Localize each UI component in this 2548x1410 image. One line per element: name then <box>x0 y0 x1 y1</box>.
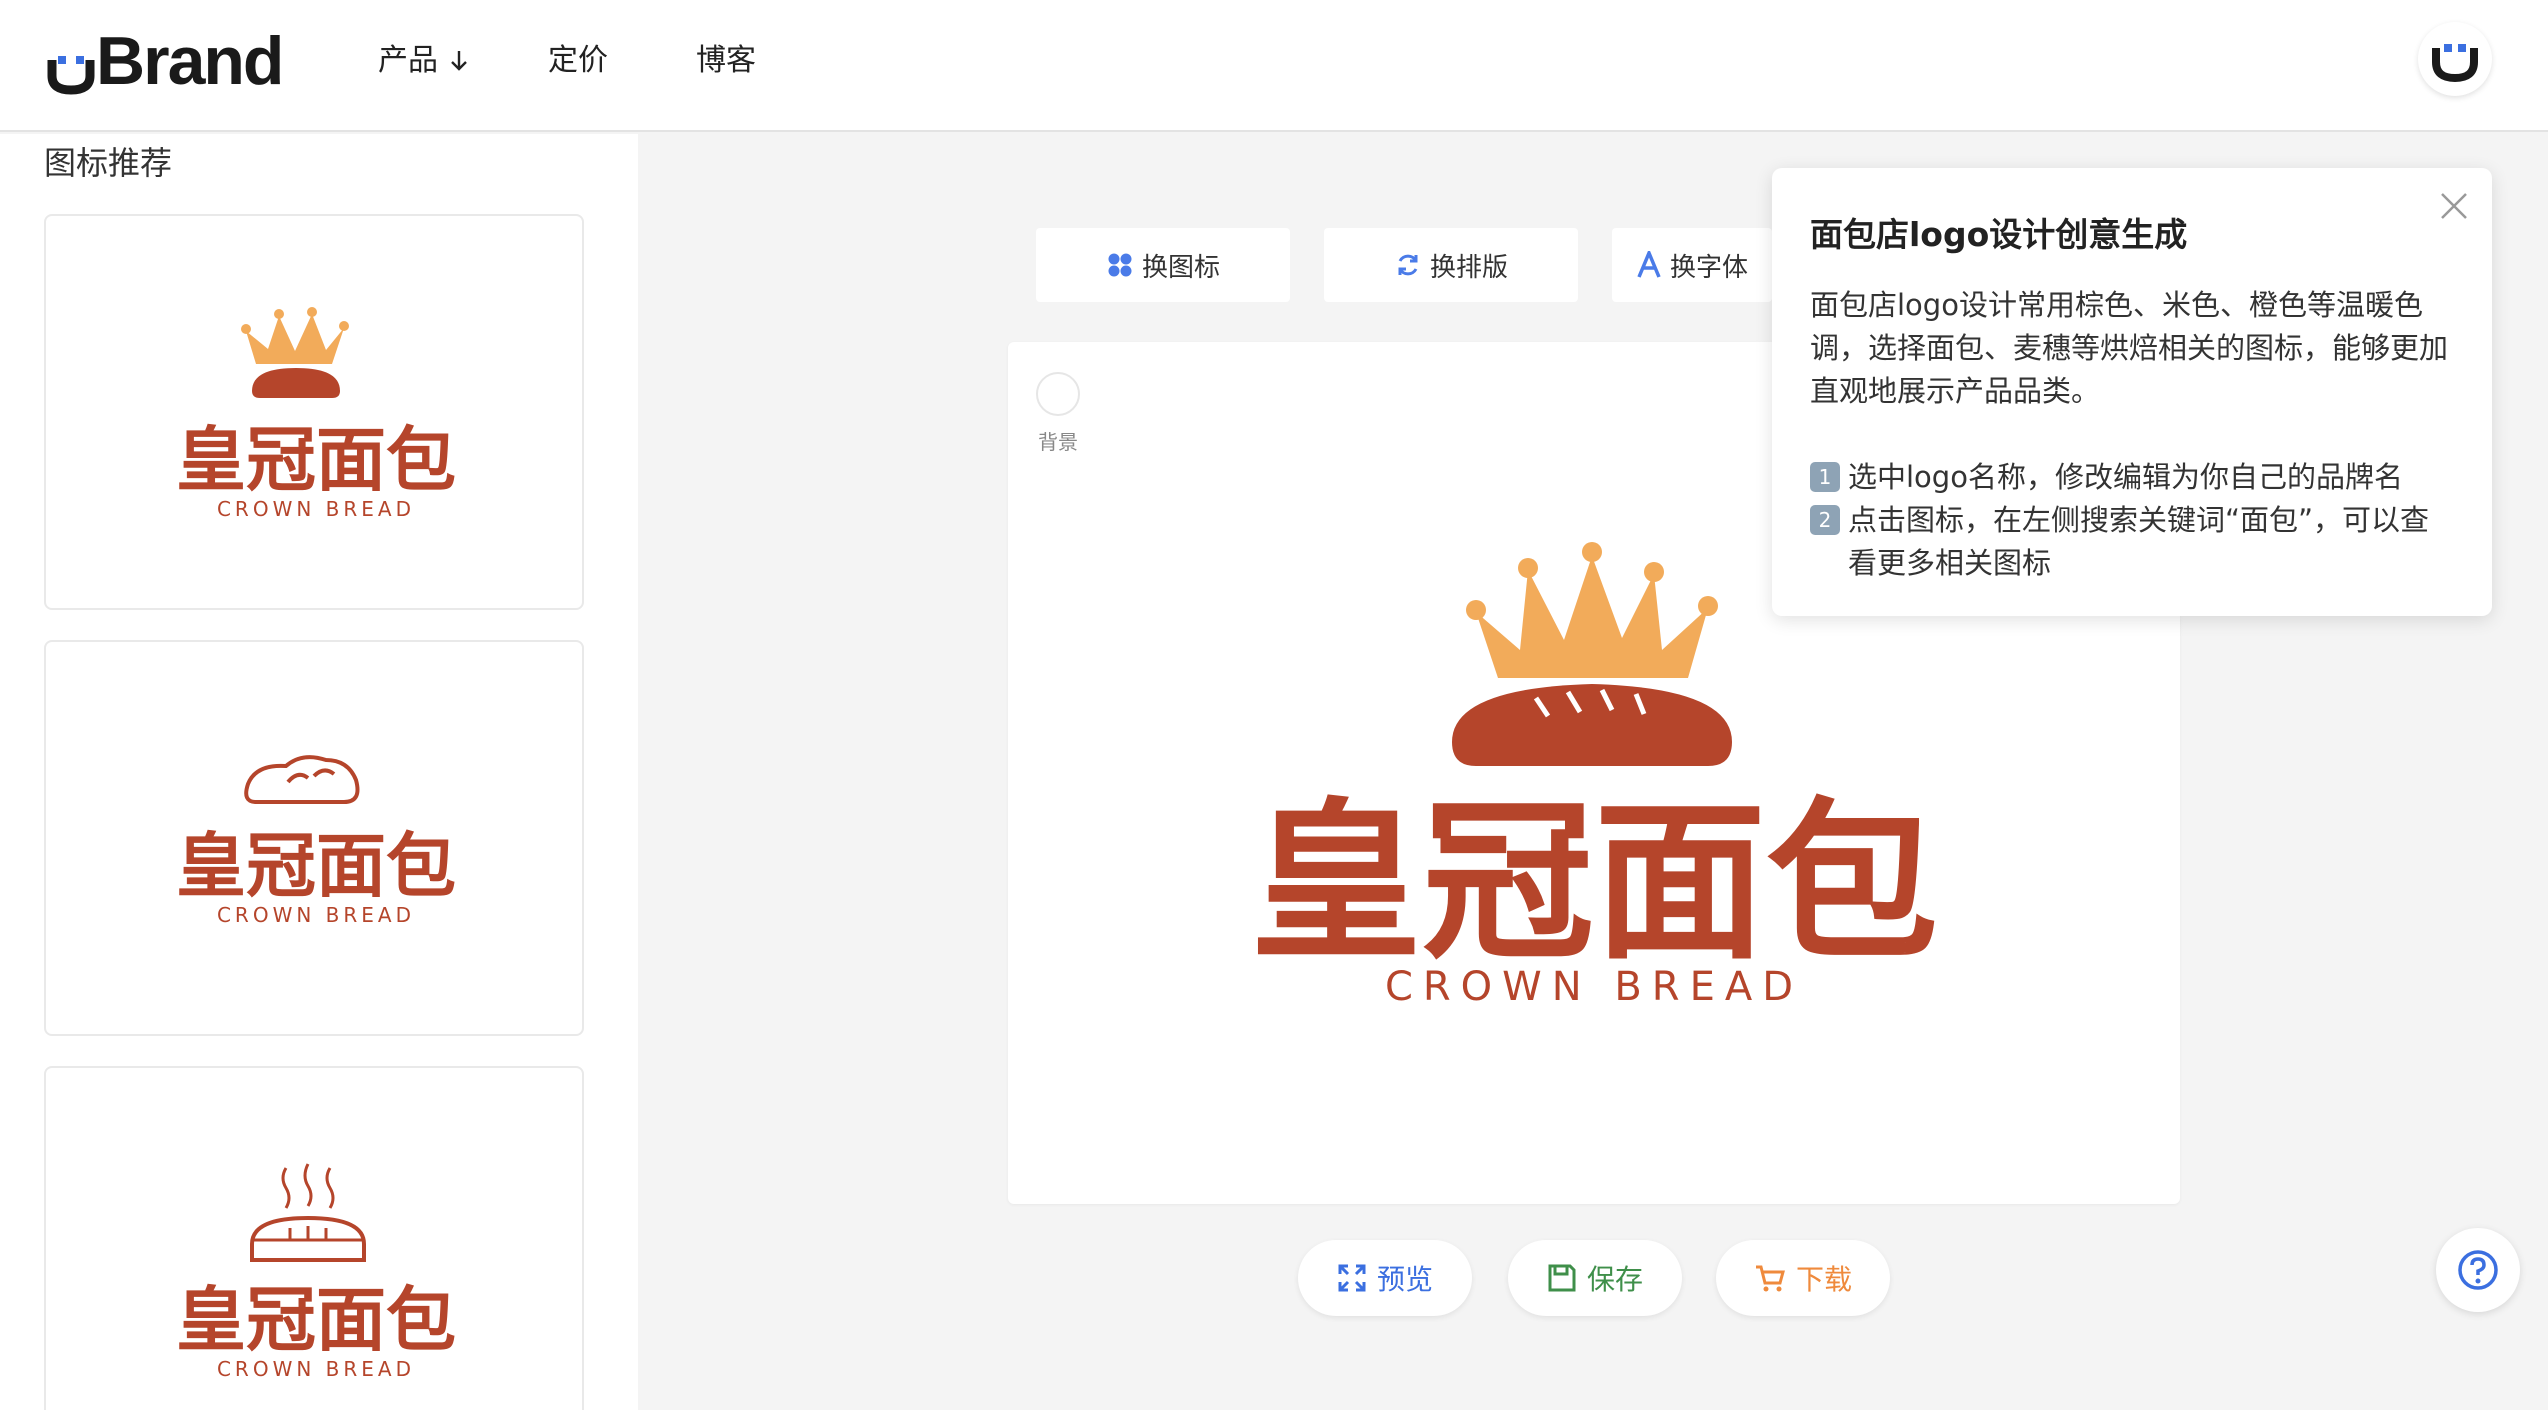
question-circle-icon <box>2458 1250 2498 1290</box>
font-letter-icon <box>1637 251 1661 278</box>
logo-name-en[interactable]: CROWN BREAD <box>1385 964 1803 1010</box>
popover-body: 面包店logo设计常用棕色、米色、橙色等温暖色调，选择面包、麦穗等烘焙相关的图标… <box>1810 288 2449 408</box>
logo-name-cn[interactable]: 皇冠面包 <box>1250 782 1938 983</box>
step-text: 选中logo名称，修改编辑为你自己的品牌名 <box>1848 460 2403 494</box>
download-label: 下载 <box>1795 1263 1852 1296</box>
download-button[interactable]: 下载 <box>1716 1240 1890 1316</box>
step-number-badge: 1 <box>1810 462 1840 492</box>
save-button[interactable]: 保存 <box>1508 1240 1682 1316</box>
nav-products[interactable]: 产品 <box>378 36 548 86</box>
nav-products-label: 产品 <box>378 43 438 78</box>
logo-card[interactable]: 皇冠面包 CROWN BREAD <box>44 214 584 610</box>
change-icon-button[interactable]: 换图标 <box>1036 228 1290 302</box>
step-number-badge: 2 <box>1810 505 1840 535</box>
steaming-bread-icon: 皇冠面包 CROWN BREAD <box>176 1163 456 1381</box>
popover-step: 2 点击图标，在左侧搜索关键词“面包”，可以查看更多相关图标 <box>1810 499 2456 585</box>
arrow-down-icon <box>451 51 467 71</box>
user-avatar[interactable] <box>2418 22 2492 96</box>
change-font-label: 换字体 <box>1669 252 1748 283</box>
preview-button[interactable]: 预览 <box>1298 1240 1472 1316</box>
dots-grid-icon <box>1108 253 1132 277</box>
save-label: 保存 <box>1586 1263 1643 1296</box>
brand-logo[interactable]: Brand <box>46 23 284 99</box>
nav-blog[interactable]: 博客 <box>696 36 816 86</box>
card-name-cn: 皇冠面包 <box>176 1279 456 1361</box>
save-icon <box>1548 1264 1576 1292</box>
nav-pricing-label: 定价 <box>548 43 608 78</box>
nav-pricing[interactable]: 定价 <box>548 36 696 86</box>
logo-card[interactable]: 皇冠面包 CROWN BREAD <box>44 640 584 1036</box>
icon-recommend-sidebar[interactable]: 图标推荐 皇冠面包 CROWN BREAD 皇冠面包 CROWN BREAD 皇… <box>0 134 638 1410</box>
crown-bread-icon: 皇冠面包 CROWN BREAD <box>176 307 456 521</box>
change-layout-label: 换排版 <box>1429 252 1508 283</box>
sidebar-title: 图标推荐 <box>44 144 173 182</box>
card-name-cn: 皇冠面包 <box>176 825 456 907</box>
brand-u-icon <box>47 56 95 95</box>
logo-card[interactable]: 皇冠面包 CROWN BREAD <box>44 1066 584 1410</box>
popover-title: 面包店logo设计创意生成 <box>1810 215 2188 254</box>
preview-label: 预览 <box>1376 1263 1433 1296</box>
change-font-button[interactable]: 换字体 <box>1612 228 1772 302</box>
card-name-en: CROWN BREAD <box>217 1357 415 1381</box>
card-name-en: CROWN BREAD <box>217 903 415 927</box>
card-name-cn: 皇冠面包 <box>176 419 456 501</box>
close-icon[interactable] <box>2438 190 2470 222</box>
change-layout-button[interactable]: 换排版 <box>1324 228 1578 302</box>
brand-name: Brand <box>96 23 284 99</box>
refresh-icon <box>1398 254 1418 276</box>
help-button[interactable] <box>2436 1228 2520 1312</box>
cart-icon <box>1755 1265 1785 1292</box>
bread-loaf-icon <box>1452 684 1732 766</box>
nav-blog-label: 博客 <box>696 43 756 78</box>
card-name-en: CROWN BREAD <box>217 497 415 521</box>
popover-step: 1 选中logo名称，修改编辑为你自己的品牌名 <box>1810 456 2456 499</box>
bread-outline-icon: 皇冠面包 CROWN BREAD <box>176 755 456 927</box>
user-avatar-icon <box>2432 44 2478 83</box>
step-text: 点击图标，在左侧搜索关键词“面包”，可以查看更多相关图标 <box>1848 503 2430 580</box>
change-icon-label: 换图标 <box>1141 252 1220 283</box>
main-nav: 产品 定价 博客 <box>378 36 816 86</box>
crown-icon <box>1466 542 1718 678</box>
top-header: Brand 产品 定价 博客 <box>0 0 2548 132</box>
expand-icon <box>1338 1264 1366 1292</box>
tips-popover: 面包店logo设计创意生成 面包店logo设计常用棕色、米色、橙色等温暖色调，选… <box>1772 168 2492 616</box>
